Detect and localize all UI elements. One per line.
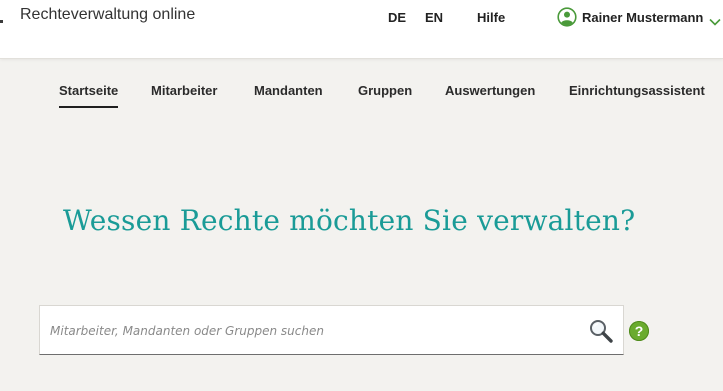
help-icon[interactable]: ? [629,321,649,341]
user-name: Rainer Mustermann [582,9,704,25]
help-link[interactable]: Hilfe [477,10,505,25]
tab-startseite[interactable]: Startseite [59,83,119,108]
search-icon[interactable] [588,318,614,344]
tab-mandanten[interactable]: Mandanten [254,83,323,106]
top-bar: Rechteverwaltung online DE EN Hilfe Rain… [0,0,723,59]
user-menu[interactable]: Rainer Mustermann [557,6,721,28]
search-box [39,305,624,355]
language-en-link[interactable]: EN [425,10,443,25]
tab-einrichtungsassistent[interactable]: Einrichtungsassistent [569,83,705,106]
language-de-link[interactable]: DE [388,10,406,25]
search-input[interactable] [48,319,572,343]
page-headline: Wessen Rechte möchten Sie verwalten? [63,204,636,237]
main-navigation: Startseite Mitarbeiter Mandanten Gruppen… [0,58,723,118]
tab-gruppen[interactable]: Gruppen [358,83,412,106]
tab-mitarbeiter[interactable]: Mitarbeiter [151,83,217,106]
edge-mark [0,20,3,23]
tab-auswertungen[interactable]: Auswertungen [445,83,535,106]
app-title: Rechteverwaltung online [20,6,196,23]
user-circle-icon [557,7,577,27]
chevron-down-icon [709,13,721,26]
